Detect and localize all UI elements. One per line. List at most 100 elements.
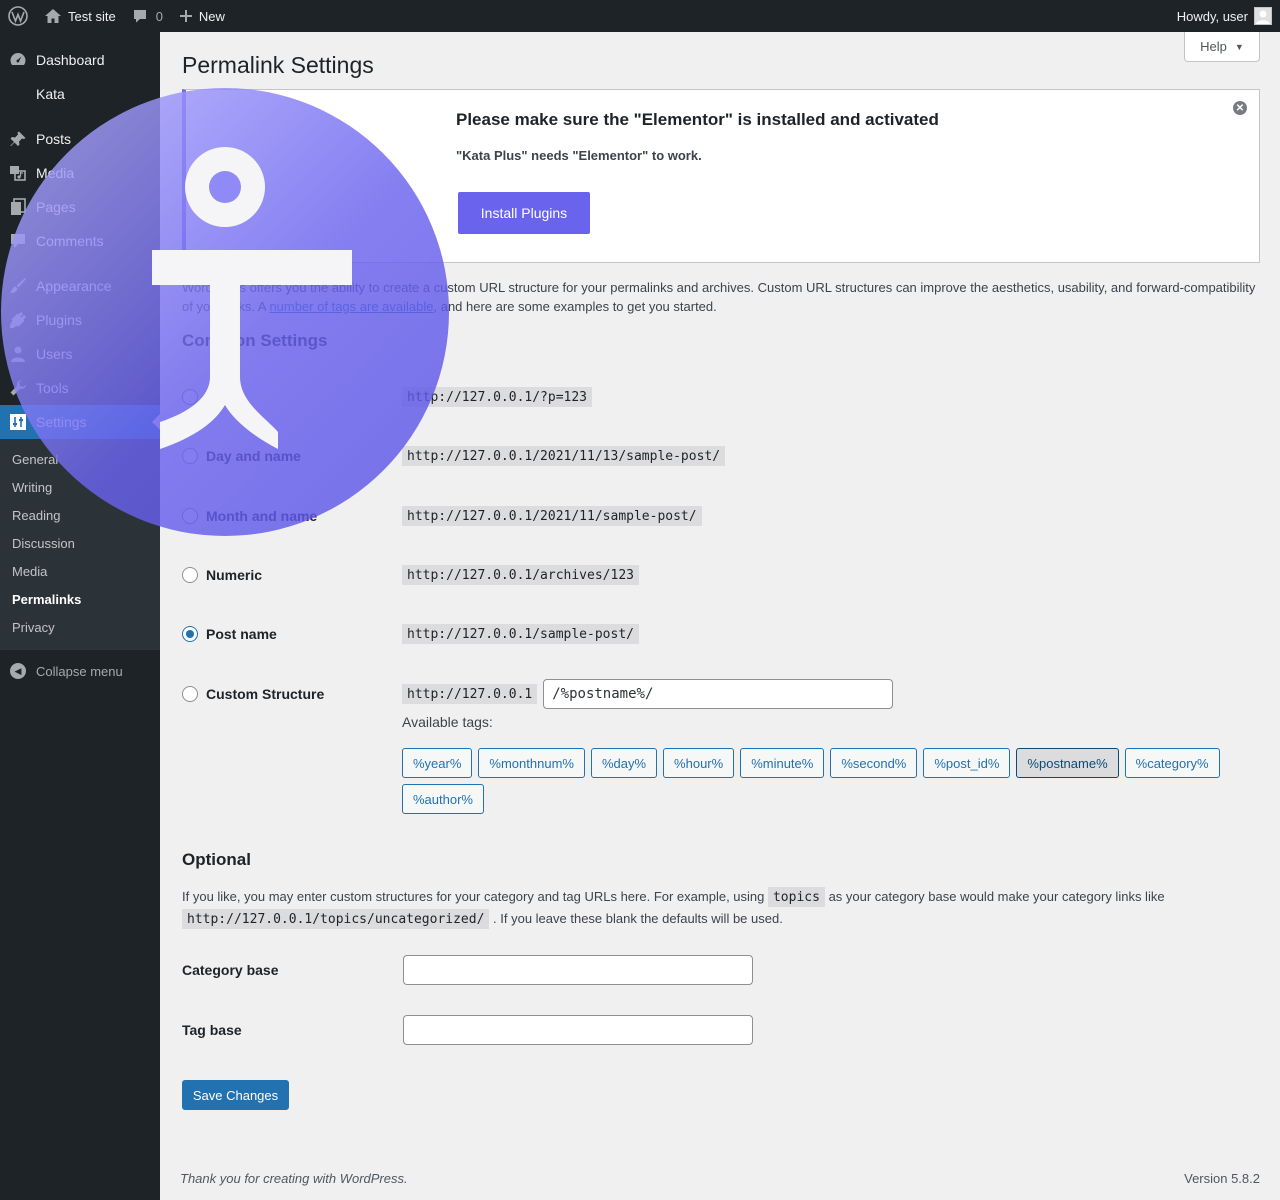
option-example: http://127.0.0.1/sample-post/ — [402, 624, 639, 644]
comment-bubble-icon — [132, 8, 148, 24]
help-tab-button[interactable]: Help ▼ — [1184, 32, 1260, 62]
topics-code: topics — [767, 887, 825, 907]
sidebar-item-plugins[interactable]: Plugins — [0, 303, 160, 337]
collapse-menu-button[interactable]: ◀ Collapse menu — [0, 654, 160, 688]
sidebar-item-label: Comments — [36, 233, 104, 249]
howdy-label: Howdy, user — [1176, 8, 1248, 24]
option-label: Custom Structure — [206, 686, 325, 702]
sidebar-item-label: Settings — [36, 414, 87, 430]
collapse-menu-label: Collapse menu — [36, 663, 123, 679]
tag-button-postname[interactable]: %postname% — [1016, 748, 1119, 778]
submenu-item-writing[interactable]: Writing — [0, 474, 160, 502]
footer-thanks: Thank you for creating with WordPress. — [180, 1171, 408, 1186]
option-example: http://127.0.0.1/archives/123 — [402, 565, 639, 585]
dashboard-icon — [8, 50, 28, 70]
settings-icon — [8, 412, 28, 432]
sidebar-item-label: Pages — [36, 199, 76, 215]
custom-structure-prefix: http://127.0.0.1 — [402, 684, 538, 704]
tag-button-day[interactable]: %day% — [590, 748, 658, 778]
option-example: http://127.0.0.1/?p=123 — [402, 387, 593, 407]
custom-structure-input[interactable]: /%postname%/ — [543, 679, 894, 709]
brush-icon — [8, 276, 28, 296]
sidebar-item-settings[interactable]: Settings — [0, 405, 160, 439]
optional-text: If you like, you may enter custom struct… — [182, 889, 768, 904]
sidebar-item-kata[interactable]: Kata — [0, 77, 160, 111]
sidebar-item-dashboard[interactable]: Dashboard — [0, 43, 160, 77]
permalink-option-plain[interactable]: Plain http://127.0.0.1/?p=123 — [182, 382, 1260, 412]
option-example: http://127.0.0.1/2021/11/13/sample-post/ — [402, 446, 726, 466]
tag-base-label: Tag base — [182, 1022, 242, 1038]
new-label: New — [198, 8, 225, 24]
wrench-icon — [8, 378, 28, 398]
sidebar-item-pages[interactable]: Pages — [0, 190, 160, 224]
save-changes-button[interactable]: Save Changes — [182, 1080, 289, 1110]
comments-link[interactable]: 0 — [124, 0, 171, 32]
available-tags-list: %year% %monthnum% %day% %hour% %minute% … — [402, 748, 1222, 814]
submenu-item-media[interactable]: Media — [0, 558, 160, 586]
new-content-link[interactable]: New — [171, 0, 233, 32]
submenu-item-discussion[interactable]: Discussion — [0, 530, 160, 558]
radio-post-name[interactable] — [182, 626, 198, 642]
submenu-item-general[interactable]: General — [0, 446, 160, 474]
collapse-arrow-icon: ◀ — [10, 663, 26, 679]
sidebar-item-users[interactable]: Users — [0, 337, 160, 371]
sidebar-item-label: Tools — [36, 380, 69, 396]
tag-button-author[interactable]: %author% — [402, 784, 484, 814]
page-title: Permalink Settings — [182, 52, 374, 78]
optional-description: If you like, you may enter custom struct… — [182, 886, 1260, 930]
tag-base-input[interactable] — [403, 1015, 753, 1045]
media-icon — [8, 163, 28, 183]
install-plugins-button[interactable]: Install Plugins — [458, 192, 590, 234]
tag-button-second[interactable]: %second% — [830, 748, 918, 778]
option-example: http://127.0.0.1/2021/11/sample-post/ — [402, 506, 702, 526]
tag-button-minute[interactable]: %minute% — [740, 748, 825, 778]
option-label: Post name — [206, 626, 277, 642]
tag-button-post-id[interactable]: %post_id% — [923, 748, 1011, 778]
radio-day-and-name[interactable] — [182, 448, 198, 464]
tag-button-category[interactable]: %category% — [1124, 748, 1220, 778]
sidebar-item-media[interactable]: Media — [0, 156, 160, 190]
admin-bar: Test site 0 New Howdy, user — [0, 0, 1280, 32]
settings-submenu: General Writing Reading Discussion Media… — [0, 439, 160, 650]
footer-version: Version 5.8.2 — [1184, 1171, 1260, 1186]
sidebar-item-posts[interactable]: Posts — [0, 122, 160, 156]
permalink-option-month-and-name[interactable]: Month and name http://127.0.0.1/2021/11/… — [182, 501, 1260, 531]
common-settings-heading: Common Settings — [182, 331, 328, 350]
radio-month-and-name[interactable] — [182, 508, 198, 524]
radio-custom-structure[interactable] — [182, 686, 198, 702]
site-name-link[interactable]: Test site — [36, 0, 124, 32]
permalink-option-day-and-name[interactable]: Day and name http://127.0.0.1/2021/11/13… — [182, 441, 1260, 471]
footer-thanks-text: Thank you for creating with — [180, 1171, 340, 1186]
wordpress-logo-icon[interactable] — [0, 0, 36, 32]
submenu-item-privacy[interactable]: Privacy — [0, 614, 160, 642]
avatar — [1254, 7, 1272, 25]
sidebar-item-label: Kata — [36, 86, 65, 102]
dismiss-icon[interactable]: ✕ — [1233, 101, 1247, 115]
optional-text: . If you leave these blank the defaults … — [489, 911, 783, 926]
intro-paragraph: WordPress offers you the ability to crea… — [182, 278, 1260, 316]
available-tags-link[interactable]: number of tags are available — [269, 299, 433, 314]
sidebar-item-comments[interactable]: Comments — [0, 224, 160, 258]
radio-plain[interactable] — [182, 389, 198, 405]
permalink-option-custom[interactable]: Custom Structure http://127.0.0.1 /%post… — [182, 679, 1260, 709]
category-base-input[interactable] — [403, 955, 753, 985]
permalink-option-post-name[interactable]: Post name http://127.0.0.1/sample-post/ — [182, 619, 1260, 649]
sidebar-item-label: Plugins — [36, 312, 82, 328]
notice-text: "Kata Plus" needs "Elementor" to work. — [456, 148, 702, 163]
sidebar-item-tools[interactable]: Tools — [0, 371, 160, 405]
tag-button-year[interactable]: %year% — [402, 748, 473, 778]
option-label: Numeric — [206, 567, 263, 583]
tag-button-hour[interactable]: %hour% — [663, 748, 735, 778]
submenu-item-reading[interactable]: Reading — [0, 502, 160, 530]
radio-numeric[interactable] — [182, 567, 198, 583]
sidebar-item-appearance[interactable]: Appearance — [0, 269, 160, 303]
submenu-item-permalinks[interactable]: Permalinks — [0, 586, 160, 614]
permalink-option-numeric[interactable]: Numeric http://127.0.0.1/archives/123 — [182, 560, 1260, 590]
intro-text-end: , and here are some examples to get you … — [433, 299, 717, 314]
notice-title: Please make sure the "Elementor" is inst… — [456, 110, 939, 129]
my-account-link[interactable]: Howdy, user — [1169, 0, 1280, 32]
tag-button-monthnum[interactable]: %monthnum% — [478, 748, 585, 778]
home-icon — [44, 8, 62, 24]
caret-down-icon: ▼ — [1234, 41, 1244, 52]
wordpress-link[interactable]: WordPress — [340, 1171, 404, 1186]
